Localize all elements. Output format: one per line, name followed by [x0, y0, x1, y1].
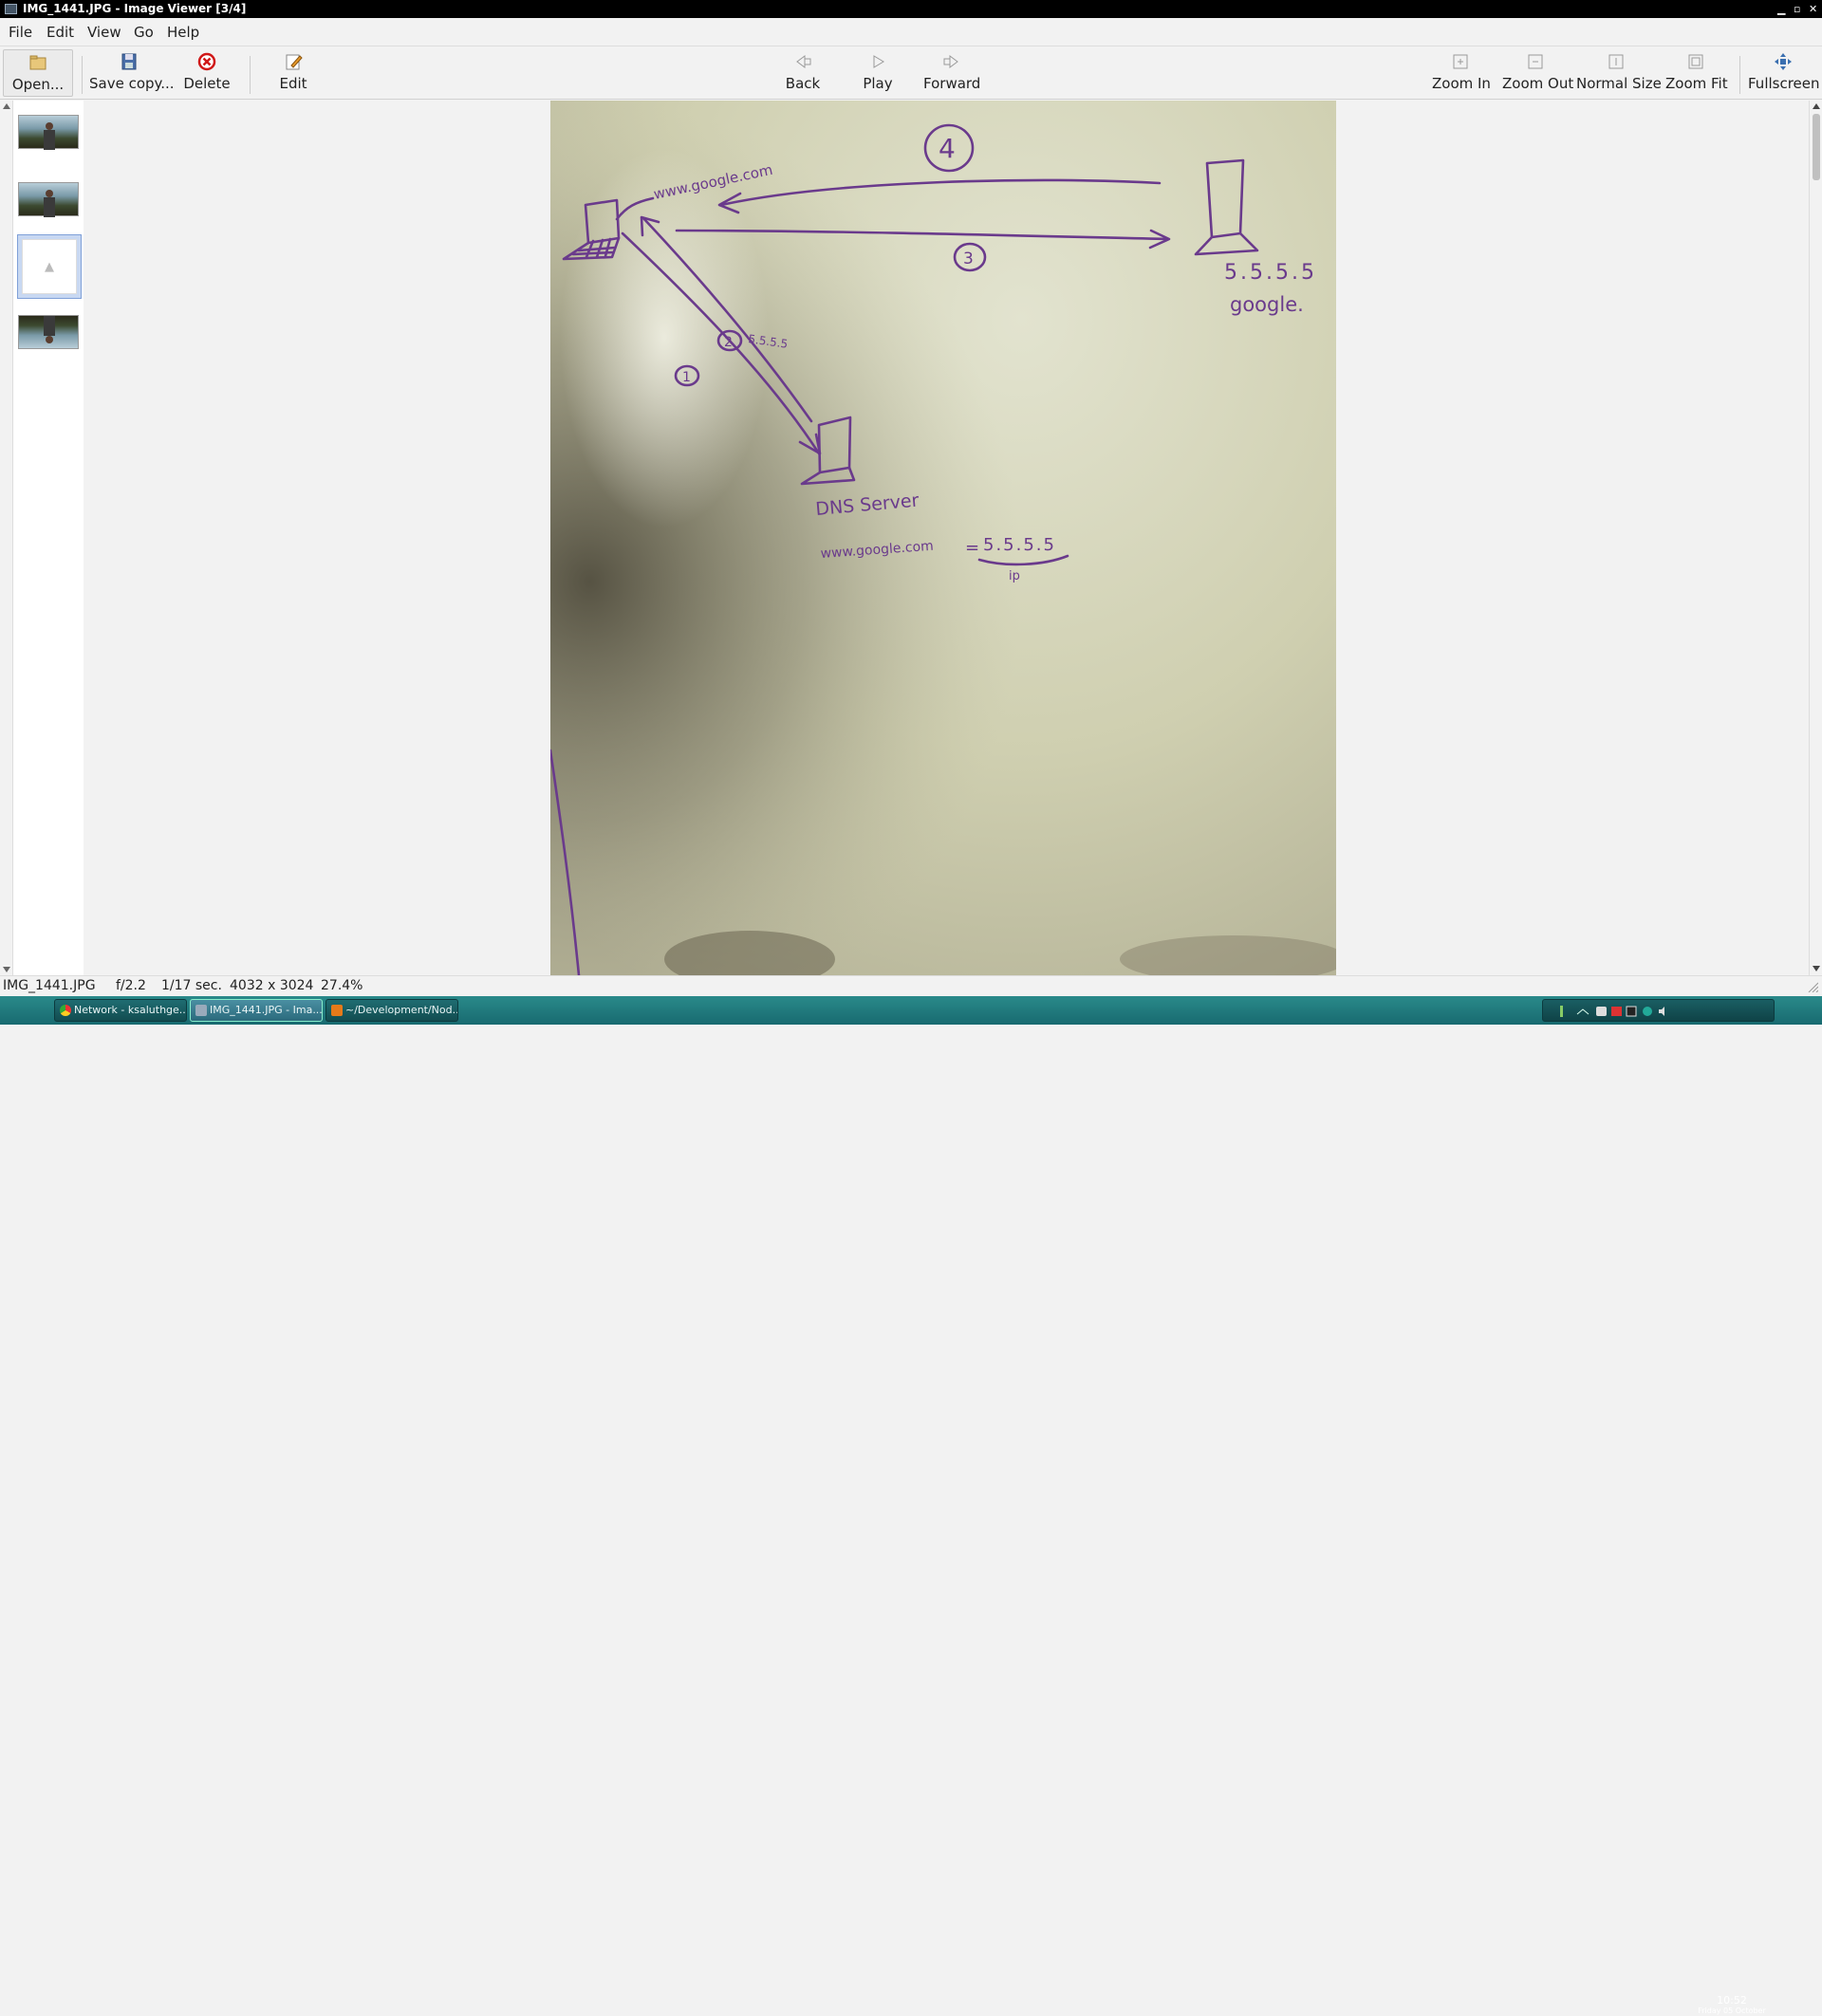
- pencil-icon: [286, 54, 303, 70]
- forward-button[interactable]: Forward: [923, 49, 980, 97]
- task-editor[interactable]: ~/Development/Nod...: [325, 999, 458, 1022]
- close-icon[interactable]: ✕: [1809, 0, 1817, 18]
- folder-icon: [29, 55, 46, 70]
- network-icon[interactable]: [1560, 1006, 1563, 1017]
- image-placeholder-icon: ▲: [22, 239, 77, 294]
- minimize-icon[interactable]: ▁: [1777, 0, 1785, 18]
- menu-bar: File Edit View Go Help: [0, 18, 1822, 46]
- sidebar-scrollbar[interactable]: [0, 101, 13, 975]
- toolbar: Open... Save copy... Delete Edit Back Pl…: [0, 46, 1822, 100]
- back-arrow-icon: [796, 55, 811, 68]
- zoom-out-button[interactable]: Zoom Out: [1502, 49, 1573, 97]
- open-button[interactable]: Open...: [3, 49, 73, 97]
- status-exposure: 1/17 sec.: [161, 978, 222, 993]
- play-button[interactable]: Play: [857, 49, 899, 97]
- clock-time: 10:52: [1717, 1994, 1747, 2007]
- clipboard-icon[interactable]: [1626, 1006, 1637, 1017]
- play-icon: [873, 55, 884, 68]
- separator: [250, 56, 251, 94]
- menu-go[interactable]: Go: [134, 24, 154, 41]
- separator: [82, 56, 83, 94]
- google-label: google.: [1230, 293, 1304, 316]
- scroll-up-icon[interactable]: [1813, 103, 1820, 109]
- status-zoom: 27.4%: [321, 978, 363, 993]
- zoom-fit-icon: [1688, 54, 1703, 69]
- resize-grip-icon[interactable]: [1807, 981, 1818, 992]
- menu-view[interactable]: View: [87, 24, 121, 41]
- photo-person-icon: [44, 190, 55, 217]
- menu-help[interactable]: Help: [167, 24, 199, 41]
- taskbar: Network - ksaluthge... IMG_1441.JPG - Im…: [0, 996, 1822, 2015]
- forward-arrow-icon: [943, 55, 958, 68]
- zoom-in-button[interactable]: Zoom In: [1432, 49, 1491, 97]
- status-dimensions: 4032 x 3024: [230, 978, 314, 993]
- separator: [1739, 56, 1740, 94]
- back-button[interactable]: Back: [778, 49, 827, 97]
- step-2-label: 2: [724, 335, 733, 350]
- thumbnail-list: ▲: [13, 101, 84, 975]
- scroll-down-icon[interactable]: [1813, 966, 1820, 971]
- delete-button[interactable]: Delete: [182, 49, 232, 97]
- clock[interactable]: 10:52 Friday 05 October: [1689, 1994, 1775, 2016]
- google-ip-label: 5.5.5.5: [1224, 261, 1317, 285]
- task-image-viewer[interactable]: IMG_1441.JPG - Ima...: [190, 999, 323, 1022]
- arrow-up-icon[interactable]: [1576, 1008, 1590, 1015]
- restore-icon[interactable]: ▫: [1794, 0, 1800, 18]
- step-4-label: 4: [939, 133, 956, 164]
- status-bar: IMG_1441.JPG f/2.2 1/17 sec. 4032 x 3024…: [0, 975, 1822, 996]
- thumbnail-3-selected[interactable]: ▲: [17, 234, 82, 299]
- volume-icon[interactable]: [1659, 1007, 1664, 1016]
- zoom-in-icon: [1453, 54, 1468, 69]
- fullscreen-icon: [1775, 53, 1792, 70]
- fullscreen-button[interactable]: Fullscreen: [1748, 49, 1820, 97]
- image-viewer-icon: [195, 1005, 207, 1016]
- photo-person-icon: [44, 122, 55, 150]
- window-title: IMG_1441.JPG - Image Viewer [3/4]: [23, 2, 247, 15]
- thumbnail-1[interactable]: [18, 115, 79, 150]
- zoom-out-icon: [1528, 54, 1543, 69]
- scrollbar-thumb[interactable]: [1813, 114, 1820, 180]
- equation-ip: 5.5.5.5: [983, 535, 1056, 555]
- vertical-scrollbar[interactable]: [1809, 101, 1822, 975]
- equation-equals: =: [965, 538, 979, 558]
- system-tray: [1542, 999, 1775, 1022]
- thumbnail-2[interactable]: [18, 182, 79, 217]
- save-icon: [121, 53, 137, 70]
- step-3-label: 3: [963, 250, 974, 268]
- editor-icon: [331, 1005, 343, 1016]
- status-aperture: f/2.2: [116, 978, 146, 993]
- status-filename: IMG_1441.JPG: [3, 978, 96, 993]
- step-1-label: 1: [682, 370, 691, 385]
- save-copy-button[interactable]: Save copy...: [89, 49, 175, 97]
- delete-icon: [197, 52, 216, 71]
- scroll-down-icon[interactable]: [3, 967, 10, 972]
- sync-icon[interactable]: [1643, 1007, 1652, 1016]
- scroll-up-icon[interactable]: [3, 103, 10, 109]
- title-bar: IMG_1441.JPG - Image Viewer [3/4] ▁ ▫ ✕: [0, 0, 1822, 18]
- chrome-icon: [60, 1005, 71, 1016]
- app-icon: [5, 4, 17, 14]
- task-browser[interactable]: Network - ksaluthge...: [54, 999, 187, 1022]
- whiteboard-photo: 4 3 2 1 www.google.com 5.5.5.5 5.5.5.5 g…: [550, 101, 1336, 975]
- printer-icon[interactable]: [1596, 1007, 1607, 1016]
- menu-edit[interactable]: Edit: [46, 24, 74, 41]
- equation-ip-note: ip: [1009, 569, 1020, 583]
- edit-button[interactable]: Edit: [270, 49, 317, 97]
- thumbnail-4[interactable]: [18, 315, 79, 349]
- zoom-fit-button[interactable]: Zoom Fit: [1665, 49, 1728, 97]
- clock-date: Friday 05 October: [1698, 2007, 1766, 2015]
- menu-file[interactable]: File: [9, 24, 32, 41]
- photo-person-icon: [44, 316, 55, 343]
- normal-size-icon: [1608, 54, 1624, 69]
- normal-size-button[interactable]: Normal Size: [1576, 49, 1662, 97]
- update-icon[interactable]: [1611, 1007, 1622, 1016]
